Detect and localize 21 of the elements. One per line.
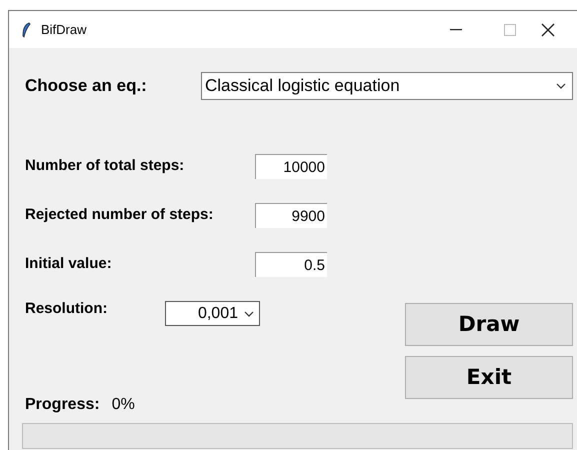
action-button[interactable]: Draw bbox=[405, 303, 573, 346]
equation-label: Choose an eq.: bbox=[25, 75, 148, 98]
resolution-label: Resolution: bbox=[25, 299, 108, 320]
minimize-icon bbox=[450, 28, 462, 30]
action-button[interactable]: Exit bbox=[405, 356, 573, 399]
close-icon bbox=[541, 22, 555, 36]
progress-label: Progress: bbox=[25, 395, 100, 415]
equation-dropdown[interactable]: Classical logistic equation bbox=[201, 72, 573, 100]
number-field[interactable]: 9900 bbox=[255, 203, 327, 228]
progress-reading: 0% bbox=[112, 395, 135, 415]
field-label: Initial value: bbox=[25, 254, 113, 274]
window-title: BifDraw bbox=[41, 20, 87, 39]
field-label: Rejected number of steps: bbox=[25, 205, 214, 226]
number-field[interactable]: 0.5 bbox=[255, 252, 327, 277]
feather-icon bbox=[21, 22, 31, 38]
field-label: Number of total steps: bbox=[25, 156, 186, 176]
number-field[interactable]: 10000 bbox=[255, 154, 327, 179]
chevron-down-icon bbox=[244, 310, 254, 316]
maximize-icon bbox=[504, 24, 516, 36]
resolution-dropdown[interactable]: 0,001 bbox=[165, 301, 260, 326]
chevron-down-icon bbox=[556, 83, 566, 89]
